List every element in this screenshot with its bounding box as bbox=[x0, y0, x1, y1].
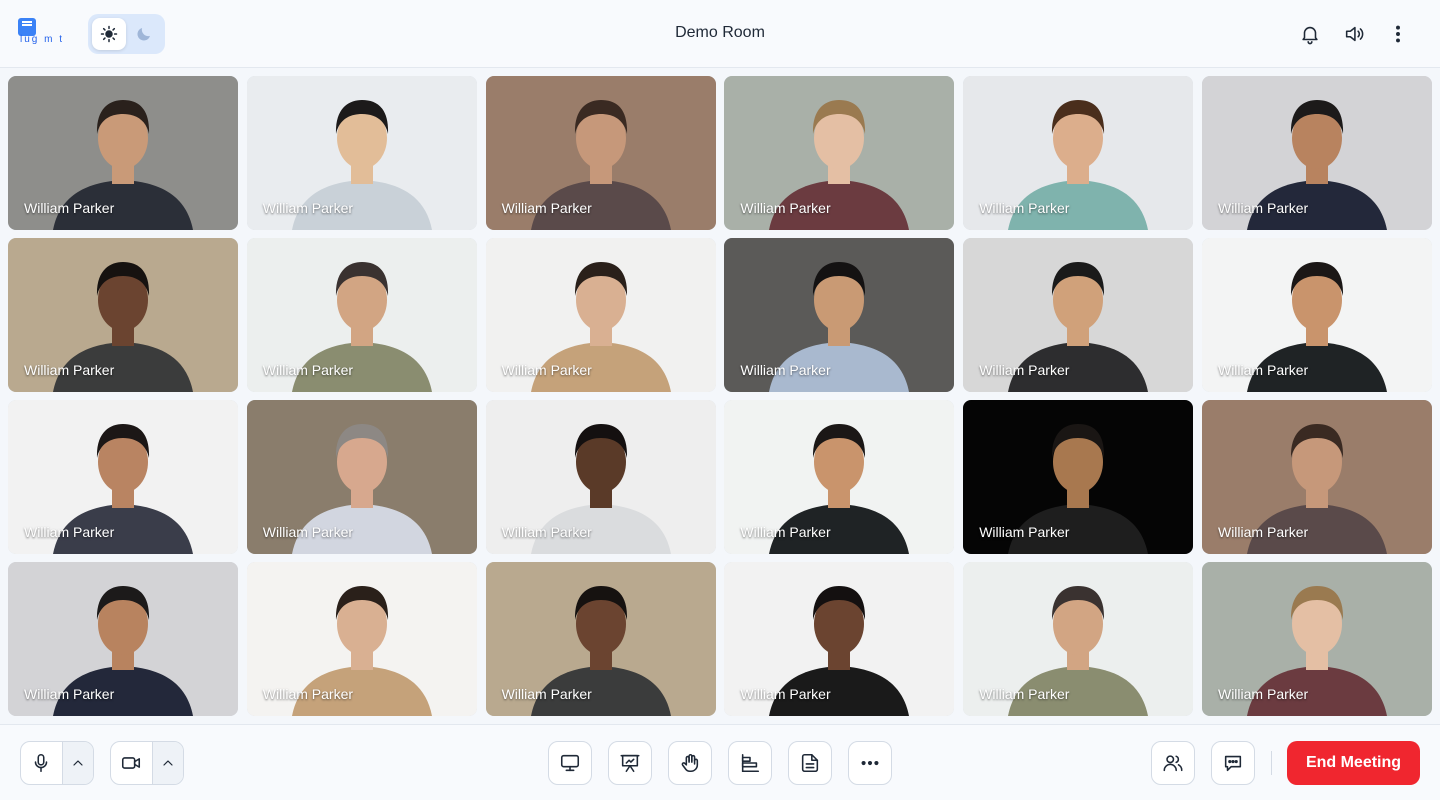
participant-name: William Parker bbox=[262, 686, 354, 702]
toolbar-divider bbox=[1271, 751, 1272, 775]
participant-name: William Parker bbox=[262, 524, 354, 540]
participant-tile[interactable]: William Parker bbox=[724, 562, 955, 716]
raise-hand-icon bbox=[681, 754, 699, 773]
participant-tile[interactable]: William Parker bbox=[963, 76, 1194, 230]
participant-name: William Parker bbox=[1217, 362, 1309, 378]
meeting-controls-bar: End Meeting bbox=[0, 724, 1440, 800]
participant-name: William Parker bbox=[501, 686, 592, 702]
logo-text: lug m t bbox=[20, 34, 65, 45]
participant-name: William Parker bbox=[262, 200, 354, 216]
speaker-icon bbox=[1345, 26, 1364, 42]
end-meeting-button[interactable]: End Meeting bbox=[1287, 741, 1420, 785]
participant-name: William Parker bbox=[24, 362, 115, 378]
top-bar: lug m t Demo Room bbox=[0, 0, 1440, 68]
presentation-button[interactable] bbox=[608, 741, 652, 785]
chevron-up-icon bbox=[163, 760, 173, 766]
participant-tile[interactable]: William Parker bbox=[485, 562, 716, 716]
microphone-options-button[interactable] bbox=[62, 742, 93, 784]
microphone-icon bbox=[35, 753, 48, 773]
more-actions-button[interactable] bbox=[848, 741, 892, 785]
participant-name: William Parker bbox=[24, 524, 115, 540]
participant-name: William Parker bbox=[501, 200, 592, 216]
participant-tile[interactable]: William Parker bbox=[485, 76, 716, 230]
participant-tile[interactable]: William Parker bbox=[963, 238, 1194, 392]
participant-name: William Parker bbox=[24, 200, 115, 216]
sun-icon bbox=[100, 25, 118, 43]
audio-output-button[interactable] bbox=[1341, 21, 1367, 47]
participant-name: William Parker bbox=[1217, 200, 1309, 216]
participant-tile[interactable]: William Parker bbox=[8, 238, 238, 392]
participant-tile[interactable]: William Parker bbox=[246, 76, 477, 230]
participant-name: William Parker bbox=[24, 686, 115, 702]
room-title: Demo Room bbox=[675, 24, 765, 41]
more-horizontal-icon bbox=[861, 760, 879, 766]
participant-tile[interactable]: William Parker bbox=[724, 238, 955, 392]
bell-icon bbox=[1302, 26, 1318, 45]
participant-name: William Parker bbox=[740, 524, 831, 540]
participant-tile[interactable]: William Parker bbox=[1201, 400, 1432, 554]
notes-button[interactable] bbox=[788, 741, 832, 785]
more-options-button[interactable] bbox=[1385, 21, 1411, 47]
participant-name: William Parker bbox=[262, 362, 354, 378]
notifications-button[interactable] bbox=[1297, 21, 1323, 47]
participant-name: William Parker bbox=[979, 524, 1070, 540]
participant-tile[interactable]: William Parker bbox=[1201, 76, 1432, 230]
dark-mode-button[interactable] bbox=[127, 18, 161, 50]
raise-hand-button[interactable] bbox=[668, 741, 712, 785]
participant-tile[interactable]: William Parker bbox=[1201, 238, 1432, 392]
participant-name: William Parker bbox=[740, 200, 831, 216]
camera-control bbox=[110, 741, 184, 785]
participant-tile[interactable]: William Parker bbox=[724, 76, 955, 230]
screen-share-icon bbox=[560, 754, 580, 772]
participant-name: William Parker bbox=[501, 524, 592, 540]
participant-name: William Parker bbox=[1217, 524, 1309, 540]
participant-tile[interactable]: William Parker bbox=[724, 400, 955, 554]
more-vertical-icon bbox=[1396, 25, 1400, 43]
poll-icon bbox=[741, 753, 760, 773]
chat-icon bbox=[1224, 755, 1242, 772]
camera-icon bbox=[122, 757, 141, 769]
participants-button[interactable] bbox=[1151, 741, 1195, 785]
participant-name: William Parker bbox=[979, 200, 1070, 216]
app-logo: lug m t bbox=[18, 18, 78, 48]
participant-name: William Parker bbox=[740, 362, 831, 378]
poll-button[interactable] bbox=[728, 741, 772, 785]
participant-tile[interactable]: William Parker bbox=[246, 238, 477, 392]
light-mode-button[interactable] bbox=[92, 18, 126, 50]
participant-name: William Parker bbox=[1217, 686, 1309, 702]
participant-name: William Parker bbox=[501, 362, 592, 378]
participant-tile[interactable]: William Parker bbox=[963, 400, 1194, 554]
participant-tile[interactable]: William Parker bbox=[246, 562, 477, 716]
notes-icon bbox=[801, 753, 819, 773]
mute-button[interactable] bbox=[21, 742, 63, 784]
presentation-icon bbox=[620, 754, 640, 773]
participant-tile[interactable]: William Parker bbox=[963, 562, 1194, 716]
participant-tile[interactable]: William Parker bbox=[485, 400, 716, 554]
theme-toggle bbox=[88, 14, 165, 54]
participant-tile[interactable]: William Parker bbox=[1201, 562, 1432, 716]
participant-tile[interactable]: William Parker bbox=[485, 238, 716, 392]
participants-icon bbox=[1163, 755, 1183, 772]
screen-share-button[interactable] bbox=[548, 741, 592, 785]
chevron-up-icon bbox=[73, 760, 83, 766]
participant-tile[interactable]: William Parker bbox=[8, 400, 238, 554]
microphone-control bbox=[20, 741, 94, 785]
video-toggle-button[interactable] bbox=[111, 742, 153, 784]
participant-name: William Parker bbox=[740, 686, 831, 702]
participant-name: William Parker bbox=[979, 362, 1070, 378]
moon-icon bbox=[137, 28, 150, 41]
participant-name: William Parker bbox=[979, 686, 1070, 702]
participant-tile[interactable]: William Parker bbox=[8, 562, 238, 716]
participant-tile[interactable]: William Parker bbox=[8, 76, 238, 230]
participant-video-grid: William Parker William Parker William Park… bbox=[8, 76, 1432, 716]
chat-button[interactable] bbox=[1211, 741, 1255, 785]
participant-tile[interactable]: William Parker bbox=[246, 400, 477, 554]
camera-options-button[interactable] bbox=[152, 742, 183, 784]
